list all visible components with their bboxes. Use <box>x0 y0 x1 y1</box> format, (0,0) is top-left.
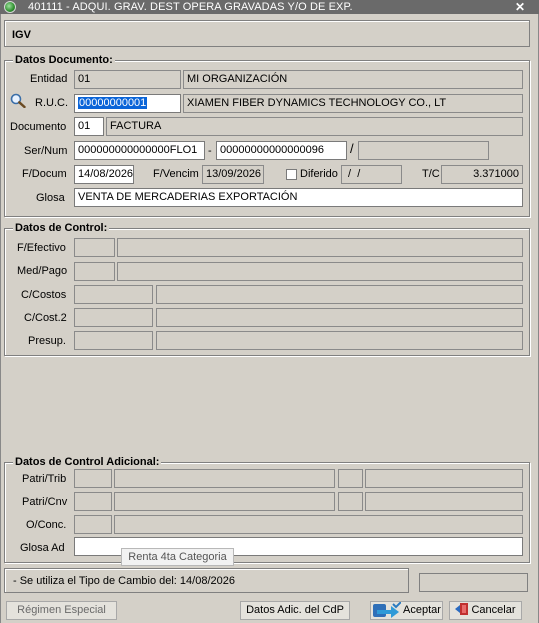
patri-cnv-label: Patri/Cnv <box>22 496 68 508</box>
patri-cnv-code-field[interactable] <box>74 492 112 511</box>
datos-documento-legend: Datos Documento: <box>13 53 115 67</box>
patri-trib-desc-field <box>114 469 335 488</box>
aceptar-label: Aceptar <box>403 604 441 616</box>
med-pago-desc-field <box>117 262 523 281</box>
f-docum-input[interactable]: 14/08/2026 <box>74 165 134 184</box>
ser-num-label: Ser/Num <box>24 145 68 157</box>
f-vencim-field[interactable]: 13/09/2026 <box>202 165 264 184</box>
status-text: - Se utiliza el Tipo de Cambio del: 14/0… <box>13 575 235 587</box>
documento-code-input[interactable]: 01 <box>74 117 104 136</box>
presup-desc-field <box>156 331 523 350</box>
glosa-label: Glosa <box>36 192 65 204</box>
patri-cnv-desc-field <box>114 492 335 511</box>
presup-label: Presup. <box>28 335 66 347</box>
exit-door-icon <box>455 603 469 616</box>
glosa-input[interactable]: VENTA DE MERCADERIAS EXPORTACIÓN <box>74 188 523 207</box>
numero-separator: / <box>350 141 354 156</box>
cancelar-label: Cancelar <box>471 604 516 616</box>
documento-label: Documento <box>10 121 67 133</box>
o-conc-code-field[interactable] <box>74 515 112 534</box>
aceptar-button[interactable]: Aceptar <box>370 601 443 620</box>
datos-control-legend: Datos de Control: <box>13 221 110 235</box>
window-title: 401111 - ADQUI. GRAV. DEST OPERA GRAVADA… <box>28 1 353 13</box>
serie-input[interactable]: 000000000000000FLO1 <box>74 141 205 160</box>
f-efectivo-label: F/Efectivo <box>17 242 66 254</box>
c-cost2-code-field[interactable] <box>74 308 153 327</box>
presup-code-field[interactable] <box>74 331 153 350</box>
o-conc-desc-field <box>114 515 523 534</box>
app-globe-icon <box>4 1 16 13</box>
entidad-code-field[interactable]: 01 <box>74 70 181 89</box>
tc-field[interactable]: 3.371000 <box>441 165 523 184</box>
o-conc-label: O/Conc. <box>26 519 67 531</box>
patri-trib-code2-field[interactable] <box>338 469 363 488</box>
med-pago-label: Med/Pago <box>17 265 68 277</box>
renta-4ta-tooltip: Renta 4ta Categoria <box>121 548 234 566</box>
patri-trib-label: Patri/Trib <box>22 473 67 485</box>
entidad-name-field: MI ORGANIZACIÓN <box>183 70 523 89</box>
datos-control-adicional-legend: Datos de Control Adicional: <box>13 455 162 469</box>
ruc-label: R.U.C. <box>35 97 68 109</box>
datos-adic-cdp-button[interactable]: Datos Adic. del CdP <box>240 601 350 620</box>
serie-separator: - <box>208 145 212 157</box>
f-docum-label: F/Docum <box>22 168 67 180</box>
ruc-input[interactable]: 00000000001 <box>74 94 181 113</box>
status-extra-box <box>419 573 528 592</box>
patri-cnv-code2-field[interactable] <box>338 492 363 511</box>
c-costos-desc-field <box>156 285 523 304</box>
patri-cnv-desc2-field <box>365 492 523 511</box>
cancelar-button[interactable]: Cancelar <box>449 601 522 620</box>
status-bar: - Se utiliza el Tipo de Cambio del: 14/0… <box>4 568 409 593</box>
diferido-checkbox[interactable] <box>286 169 297 180</box>
close-icon[interactable]: ✕ <box>515 0 525 14</box>
med-pago-code-field[interactable] <box>74 262 115 281</box>
accept-arrow-icon <box>373 602 401 618</box>
c-cost2-label: C/Cost.2 <box>24 312 67 324</box>
c-costos-code-field[interactable] <box>74 285 153 304</box>
f-vencim-label: F/Vencim <box>153 168 199 180</box>
f-efectivo-desc-field <box>117 238 523 257</box>
entidad-label: Entidad <box>30 73 68 85</box>
regimen-especial-button[interactable]: Régimen Especial <box>6 601 117 620</box>
c-cost2-desc-field <box>156 308 523 327</box>
numero-extra-field[interactable] <box>358 141 489 160</box>
documento-name-field: FACTURA <box>106 117 523 136</box>
ruc-name-field: XIAMEN FIBER DYNAMICS TECHNOLOGY CO., LT <box>183 94 523 113</box>
diferido-label: Diferido <box>300 168 338 180</box>
diferido-date-field[interactable]: / / <box>341 165 402 184</box>
igv-label: IGV <box>12 29 31 41</box>
title-bar: 401111 - ADQUI. GRAV. DEST OPERA GRAVADA… <box>0 0 539 14</box>
igv-header-panel <box>4 20 530 47</box>
f-efectivo-code-field[interactable] <box>74 238 115 257</box>
numero-input[interactable]: 00000000000000096 <box>216 141 347 160</box>
magnifier-icon[interactable] <box>10 93 26 108</box>
glosa-ad-label: Glosa Ad <box>20 542 65 554</box>
patri-trib-code-field[interactable] <box>74 469 112 488</box>
patri-trib-desc2-field <box>365 469 523 488</box>
tc-label: T/C <box>422 168 440 180</box>
c-costos-label: C/Costos <box>21 289 67 301</box>
